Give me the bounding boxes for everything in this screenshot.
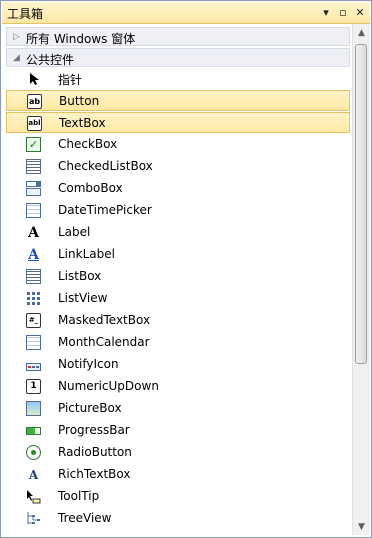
- tooltip-icon: [26, 489, 41, 504]
- toolbox-item-pointer[interactable]: 指针: [6, 68, 350, 89]
- toolbox-item-label: Button: [59, 94, 100, 108]
- toolbox-item-textbox[interactable]: abl TextBox: [6, 112, 350, 133]
- toolbox-item-label: MonthCalendar: [58, 335, 150, 349]
- monthcalendar-icon: [26, 335, 41, 350]
- linklabel-icon: A: [28, 246, 39, 263]
- close-icon[interactable]: ✕: [353, 5, 367, 19]
- treeview-icon: [26, 511, 41, 526]
- button-icon: ab: [27, 94, 42, 109]
- toolbox-panel: 工具箱 ▾ ▫ ✕ ▷ 所有 Windows 窗体 ◢ 公共控件 指针 ab But…: [0, 0, 372, 538]
- toolbox-item-label: RichTextBox: [58, 467, 131, 481]
- toolbox-item-label: CheckedListBox: [58, 159, 153, 173]
- auto-hide-pin-icon[interactable]: ▫: [336, 5, 350, 19]
- toolbox-item-listbox[interactable]: ListBox: [6, 266, 350, 287]
- scrollbar-thumb[interactable]: [355, 44, 367, 364]
- datetimepicker-icon: [26, 203, 41, 218]
- maskedtextbox-icon: #_: [26, 313, 41, 328]
- checkbox-icon: ✓: [26, 137, 41, 152]
- toolbox-item-label: ComboBox: [58, 181, 123, 195]
- toolbox-item-tooltip[interactable]: ToolTip: [6, 486, 350, 507]
- checkedlistbox-icon: [26, 159, 41, 174]
- toolbox-item-label: PictureBox: [58, 401, 122, 415]
- toolbox-item-label: NumericUpDown: [58, 379, 159, 393]
- toolbox-item-checkedlistbox[interactable]: CheckedListBox: [6, 156, 350, 177]
- category-label: 公共控件: [26, 53, 75, 67]
- toolbox-item-label: ToolTip: [58, 489, 100, 503]
- progressbar-icon: [26, 427, 41, 435]
- toolbox-item-label: ListView: [58, 291, 108, 305]
- toolbox-item-label: TreeView: [58, 511, 112, 525]
- toolbox-item-label: NotifyIcon: [58, 357, 119, 371]
- toolbox-item-radiobutton[interactable]: RadioButton: [6, 442, 350, 463]
- toolbox-item-label: MaskedTextBox: [58, 313, 151, 327]
- numericupdown-icon: 1: [26, 379, 41, 394]
- toolbox-item-label: TextBox: [59, 116, 106, 130]
- toolbox-item-progressbar[interactable]: ProgressBar: [6, 420, 350, 441]
- toolbox-item-label: ListBox: [58, 269, 102, 283]
- notifyicon-icon: [26, 357, 41, 372]
- toolbox-item-button[interactable]: ab Button: [6, 90, 350, 111]
- scroll-up-arrow-icon[interactable]: ▲: [353, 24, 370, 41]
- scroll-down-arrow-icon[interactable]: ▼: [353, 518, 370, 535]
- toolbox-item-numericupdown[interactable]: 1 NumericUpDown: [6, 376, 350, 397]
- toolbox-item-label: DateTimePicker: [58, 203, 152, 217]
- combobox-icon: [26, 181, 41, 196]
- toolbox-item-label: Label: [58, 225, 91, 239]
- category-common-controls[interactable]: ◢ 公共控件: [6, 48, 350, 67]
- toolbox-item-picturebox[interactable]: PictureBox: [6, 398, 350, 419]
- toolbox-item-listview[interactable]: ListView: [6, 288, 350, 309]
- expand-arrow-icon[interactable]: ▷: [13, 31, 20, 43]
- toolbox-item-treeview[interactable]: TreeView: [6, 508, 350, 529]
- toolbox-item-datetimepicker[interactable]: DateTimePicker: [6, 200, 350, 221]
- toolbox-item-combobox[interactable]: ComboBox: [6, 178, 350, 199]
- toolbox-item-label[interactable]: A Label: [6, 222, 350, 243]
- toolbox-item-label: ProgressBar: [58, 423, 130, 437]
- category-all-windows-forms[interactable]: ▷ 所有 Windows 窗体: [6, 27, 350, 46]
- toolbox-title: 工具箱: [7, 7, 44, 21]
- toolbox-item-notifyicon[interactable]: NotifyIcon: [6, 354, 350, 375]
- toolbox-item-checkbox[interactable]: ✓ CheckBox: [6, 134, 350, 155]
- textbox-icon: abl: [27, 116, 42, 131]
- toolbox-item-label: LinkLabel: [58, 247, 115, 261]
- toolbox-item-label: 指针: [58, 73, 83, 87]
- vertical-scrollbar[interactable]: ▲ ▼: [352, 24, 370, 535]
- toolbox-item-label: CheckBox: [58, 137, 118, 151]
- toolbox-item-monthcalendar[interactable]: MonthCalendar: [6, 332, 350, 353]
- window-position-dropdown-icon[interactable]: ▾: [319, 5, 333, 19]
- listview-icon: [26, 291, 41, 306]
- category-label: 所有 Windows 窗体: [26, 32, 136, 46]
- radiobutton-icon: [26, 445, 41, 460]
- toolbox-item-maskedtextbox[interactable]: #_ MaskedTextBox: [6, 310, 350, 331]
- label-icon: A: [28, 224, 39, 241]
- listbox-icon: [26, 269, 41, 284]
- toolbox-title-bar: 工具箱 ▾ ▫ ✕: [2, 2, 370, 24]
- picturebox-icon: [26, 401, 41, 416]
- collapse-arrow-icon[interactable]: ◢: [13, 52, 20, 64]
- toolbox-item-richtextbox[interactable]: A RichTextBox: [6, 464, 350, 485]
- pointer-icon: [26, 71, 41, 86]
- toolbox-item-linklabel[interactable]: A LinkLabel: [6, 244, 350, 265]
- toolbox-item-label: RadioButton: [58, 445, 132, 459]
- richtextbox-icon: A: [28, 467, 39, 482]
